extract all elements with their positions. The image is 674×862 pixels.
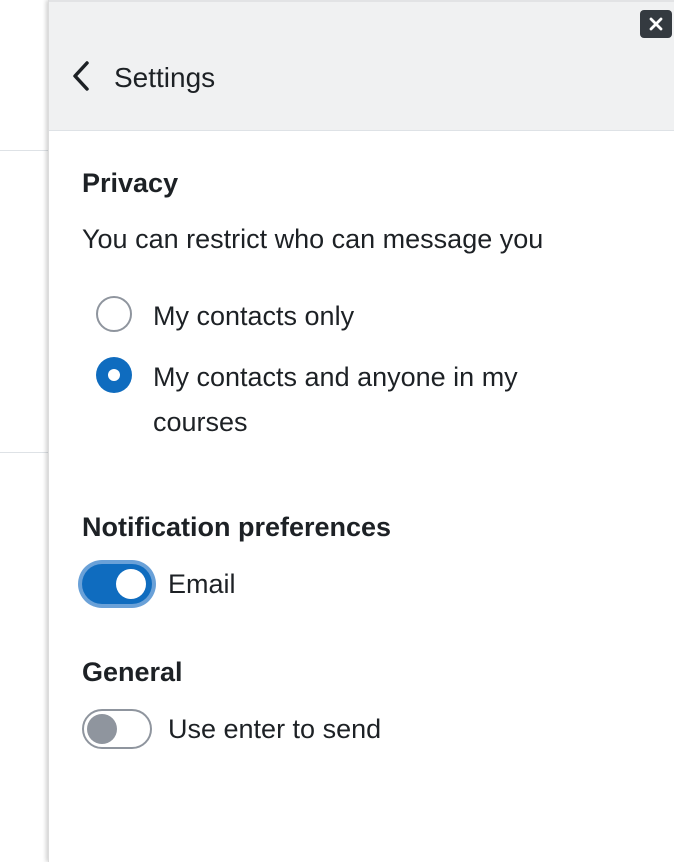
privacy-heading: Privacy: [82, 168, 179, 198]
back-button[interactable]: [65, 56, 97, 96]
email-toggle[interactable]: [82, 564, 152, 604]
enter-to-send-toggle-row[interactable]: Use enter to send: [82, 709, 381, 749]
email-toggle-row[interactable]: Email: [82, 564, 236, 604]
radio-label: My contacts and anyone in my courses: [153, 362, 518, 437]
enter-to-send-toggle[interactable]: [82, 709, 152, 749]
page: Settings Privacy You can restrict who ca…: [0, 0, 674, 862]
radio-option-contacts-only[interactable]: My contacts only: [96, 294, 593, 339]
background-divider: [0, 452, 48, 453]
close-button[interactable]: [640, 10, 672, 38]
settings-header: Settings: [49, 2, 674, 131]
page-title: Settings: [114, 62, 216, 93]
background-divider: [0, 150, 48, 151]
toggle-knob: [116, 569, 146, 599]
general-heading: General: [82, 657, 183, 687]
radio-option-contacts-and-courses[interactable]: My contacts and anyone in my courses: [96, 355, 593, 445]
toggle-knob: [87, 714, 117, 744]
privacy-description: You can restrict who can message you: [82, 224, 544, 254]
notification-preferences-heading: Notification preferences: [82, 512, 392, 542]
close-icon: [649, 17, 663, 31]
background-page: [0, 0, 48, 862]
radio-button-checked[interactable]: [96, 357, 132, 393]
enter-to-send-label: Use enter to send: [168, 714, 382, 744]
radio-label: My contacts only: [153, 301, 355, 331]
chevron-left-icon: [73, 61, 89, 91]
email-toggle-label: Email: [168, 569, 236, 599]
message-drawer: Settings Privacy You can restrict who ca…: [48, 0, 674, 862]
radio-button-unchecked[interactable]: [96, 296, 132, 332]
